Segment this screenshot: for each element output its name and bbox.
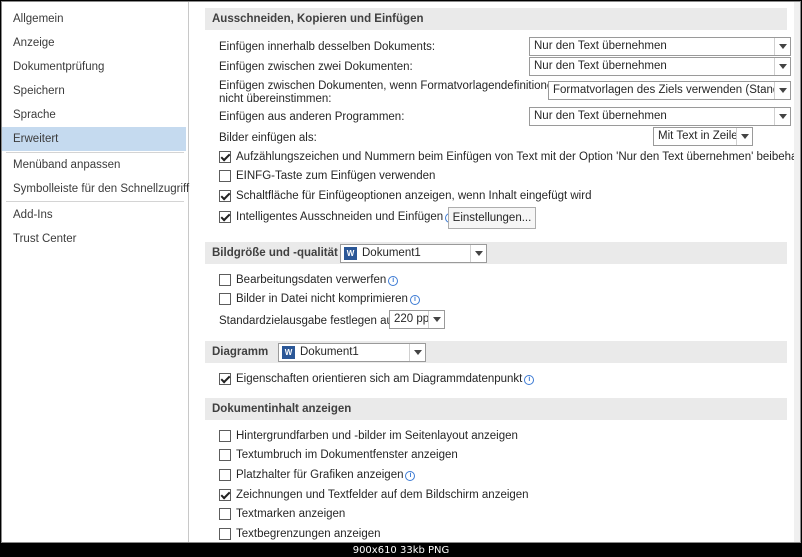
sidebar-item-schnellzugriff[interactable]: Symbolleiste für den Schnellzugriff — [2, 177, 189, 201]
sidebar-item-dokumentpruefung[interactable]: Dokumentprüfung — [2, 55, 186, 79]
sidebar-item-speichern[interactable]: Speichern — [2, 79, 186, 103]
smart-cut-paste-row: Intelligentes Ausschneiden und Einfügeni — [236, 210, 456, 224]
ppi-value: 220 ppi — [394, 313, 432, 325]
chart-datapoint-row: Eigenschaften orientieren sich am Diagra… — [236, 372, 535, 386]
text-boundaries-checkbox[interactable] — [219, 528, 231, 540]
paste-conflict-label-line1: Einfügen zwischen Dokumenten, wenn Forma… — [219, 80, 560, 92]
sidebar: Allgemein Anzeige Dokumentprüfung Speich… — [2, 2, 189, 542]
chevron-down-icon[interactable] — [409, 344, 425, 361]
drawings-textboxes-label: Zeichnungen und Textfelder auf dem Bilds… — [236, 489, 529, 501]
sidebar-item-addins[interactable]: Add-Ins — [2, 203, 186, 227]
smart-cut-paste-checkbox[interactable] — [219, 211, 231, 223]
options-window: Allgemein Anzeige Dokumentprüfung Speich… — [1, 1, 801, 543]
chart-doc-dropdown[interactable]: W Dokument1 — [278, 343, 426, 362]
word-document-icon: W — [344, 247, 357, 260]
sidebar-item-allgemein[interactable]: Allgemein — [2, 7, 186, 31]
chevron-down-icon[interactable] — [736, 128, 752, 145]
default-output-label: Standardzielausgabe festlegen auf: — [219, 315, 400, 327]
text-boundaries-label: Textbegrenzungen anzeigen — [236, 528, 381, 540]
paste-same-doc-label: Einfügen innerhalb desselben Dokuments: — [219, 41, 436, 53]
paste-conflict-value: Formatvorlagen des Ziels verwenden (Stan… — [553, 84, 791, 96]
drawings-textboxes-checkbox[interactable] — [219, 489, 231, 501]
sidebar-divider — [6, 201, 184, 202]
paste-options-button-label: Schaltfläche für Einfügeoptionen anzeige… — [236, 190, 592, 202]
chart-datapoint-checkbox[interactable] — [219, 373, 231, 385]
insert-key-paste-checkbox[interactable] — [219, 170, 231, 182]
keep-bullets-checkbox[interactable] — [219, 151, 231, 163]
no-compress-checkbox[interactable] — [219, 293, 231, 305]
paste-other-programs-value: Nur den Text übernehmen — [534, 110, 667, 122]
info-icon[interactable]: i — [409, 295, 420, 305]
discard-edit-data-label: Bearbeitungsdaten verwerfen — [236, 274, 387, 286]
paste-conflict-label-line2: nicht übereinstimmen: — [219, 93, 332, 105]
discard-edit-data-row: Bearbeitungsdaten verwerfen i — [236, 273, 399, 287]
paste-same-doc-dropdown[interactable]: Nur den Text übernehmen — [529, 37, 791, 56]
bg-colors-label: Hintergrundfarben und -bilder im Seitenl… — [236, 430, 518, 442]
chart-section-title: Diagramm — [212, 346, 269, 358]
word-document-icon: W — [282, 346, 295, 359]
info-icon[interactable]: i — [524, 375, 535, 385]
paste-between-docs-dropdown[interactable]: Nur den Text übernehmen — [529, 57, 791, 76]
chart-datapoint-label: Eigenschaften orientieren sich am Diagra… — [236, 373, 523, 385]
sidebar-item-menueband[interactable]: Menüband anpassen — [2, 153, 186, 177]
paste-between-docs-value: Nur den Text übernehmen — [534, 60, 667, 72]
discard-edit-data-checkbox[interactable] — [219, 274, 231, 286]
paste-other-programs-dropdown[interactable]: Nur den Text übernehmen — [529, 107, 791, 126]
section-show-document-content: Dokumentinhalt anzeigen — [205, 398, 787, 420]
no-compress-label: Bilder in Datei nicht komprimieren — [236, 293, 408, 305]
bookmarks-label: Textmarken anzeigen — [236, 508, 346, 520]
chevron-down-icon[interactable] — [774, 82, 790, 99]
image-doc-dropdown[interactable]: W Dokument1 — [340, 244, 487, 263]
text-wrap-label: Textumbruch im Dokumentfenster anzeigen — [236, 449, 458, 461]
sidebar-item-erweitert[interactable]: Erweitert — [2, 127, 186, 151]
smart-cut-paste-label: Intelligentes Ausschneiden und Einfügen — [236, 211, 444, 223]
info-icon[interactable]: i — [405, 471, 416, 481]
paste-between-docs-label: Einfügen zwischen zwei Dokumenten: — [219, 61, 413, 73]
bg-colors-checkbox[interactable] — [219, 430, 231, 442]
section-image-size-quality: Bildgröße und -qualität — [205, 242, 787, 264]
insert-key-paste-label: EINFG-Taste zum Einfügen verwenden — [236, 170, 436, 182]
info-icon[interactable]: i — [388, 276, 399, 286]
sidebar-item-anzeige[interactable]: Anzeige — [2, 31, 186, 55]
ppi-dropdown[interactable]: 220 ppi — [389, 310, 445, 329]
paste-conflict-dropdown[interactable]: Formatvorlagen des Ziels verwenden (Stan… — [548, 81, 791, 100]
picture-placeholders-row: Platzhalter für Grafiken anzeigen i — [236, 468, 416, 482]
chevron-down-icon[interactable] — [774, 38, 790, 55]
chevron-down-icon[interactable] — [774, 58, 790, 75]
paste-other-programs-label: Einfügen aus anderen Programmen: — [219, 111, 405, 123]
sidebar-item-trustcenter[interactable]: Trust Center — [2, 227, 186, 251]
picture-placeholders-checkbox[interactable] — [219, 469, 231, 481]
chevron-down-icon[interactable] — [470, 245, 486, 262]
sidebar-item-sprache[interactable]: Sprache — [2, 103, 186, 127]
options-panel: Ausschneiden, Kopieren und Einfügen Einf… — [193, 2, 800, 542]
chevron-down-icon[interactable] — [428, 311, 444, 328]
insert-images-dropdown[interactable]: Mit Text in Zeile — [653, 127, 753, 146]
image-info-footer: 900x610 33kb PNG — [352, 545, 450, 556]
chart-doc-value: Dokument1 — [300, 346, 359, 358]
bookmarks-checkbox[interactable] — [219, 508, 231, 520]
section-cut-copy-paste: Ausschneiden, Kopieren und Einfügen — [205, 8, 787, 30]
paste-same-doc-value: Nur den Text übernehmen — [534, 40, 667, 52]
settings-button[interactable]: Einstellungen... — [448, 207, 536, 229]
image-section-title: Bildgröße und -qualität — [212, 247, 338, 259]
paste-options-button-checkbox[interactable] — [219, 190, 231, 202]
scrollbar[interactable] — [794, 2, 800, 542]
chevron-down-icon[interactable] — [774, 108, 790, 125]
picture-placeholders-label: Platzhalter für Grafiken anzeigen — [236, 469, 404, 481]
text-wrap-checkbox[interactable] — [219, 449, 231, 461]
no-compress-row: Bilder in Datei nicht komprimieren i — [236, 292, 420, 306]
insert-images-label: Bilder einfügen als: — [219, 132, 317, 144]
insert-images-value: Mit Text in Zeile — [658, 130, 738, 142]
image-doc-value: Dokument1 — [362, 247, 421, 259]
keep-bullets-label: Aufzählungszeichen und Nummern beim Einf… — [236, 151, 800, 163]
